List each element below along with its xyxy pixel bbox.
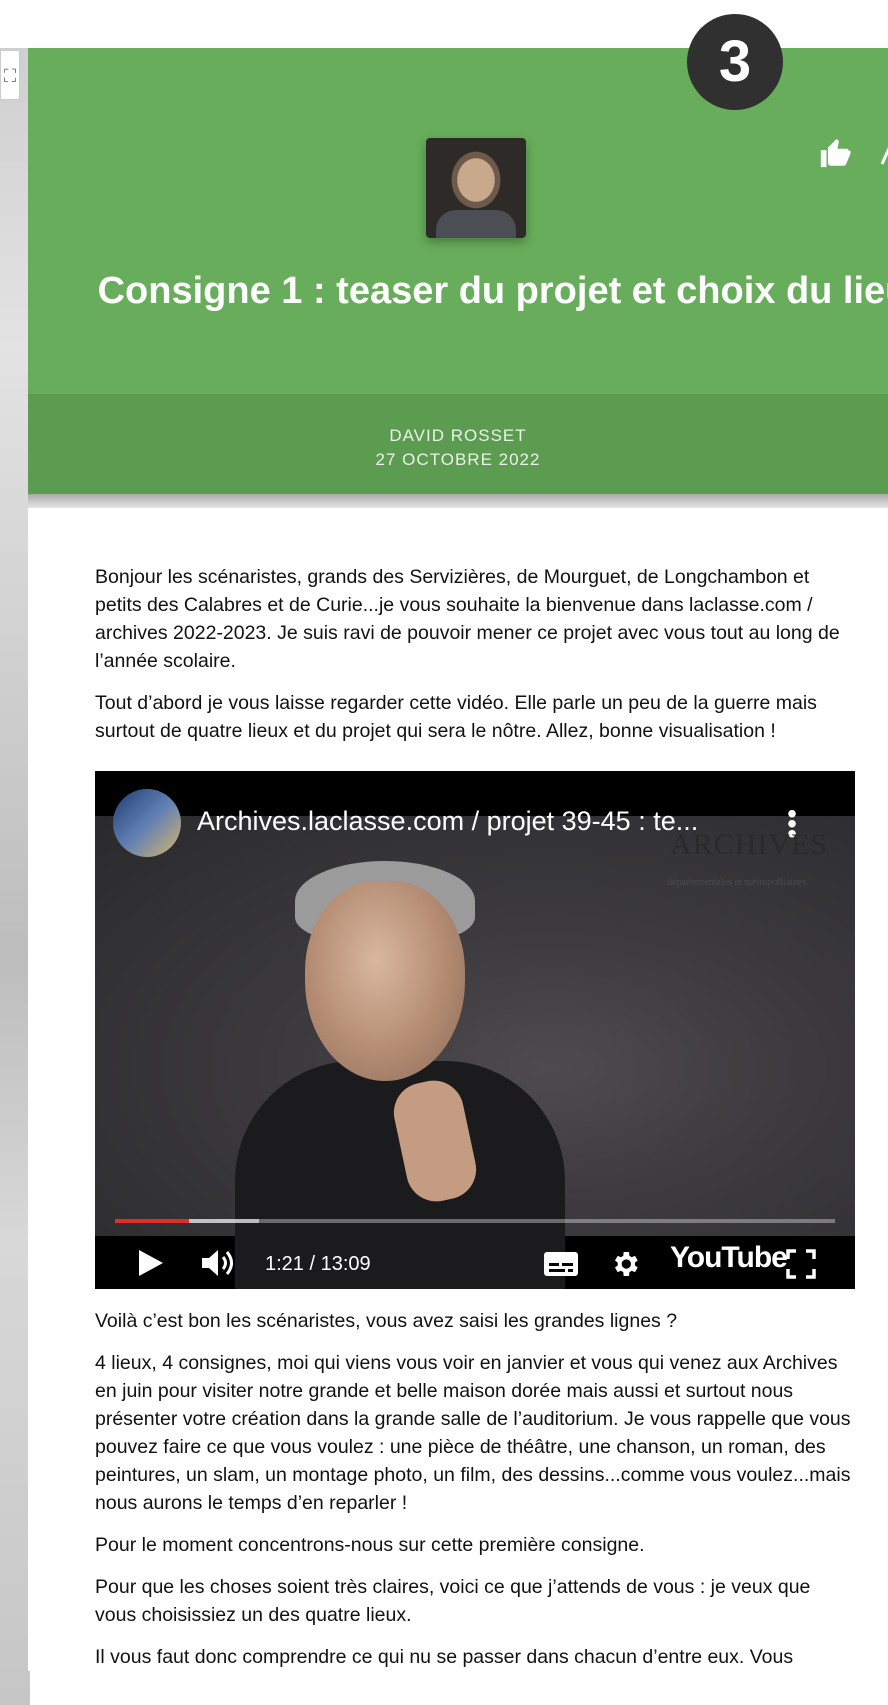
expand-widget-icon[interactable]: ⛶	[0, 50, 20, 100]
archives-logo: ARCHIVES	[670, 828, 829, 861]
paragraph: Il vous faut donc comprendre ce qui nu s…	[95, 1646, 794, 1668]
settings-gear-icon[interactable]	[609, 1248, 641, 1280]
video-time: 1:21 / 13:09	[265, 1253, 371, 1275]
step-number-badge: 3	[687, 14, 783, 110]
paragraph: Pour le moment concentrons-nous sur cett…	[95, 1534, 645, 1556]
video-controls: 1:21 / 13:09 YouTube	[95, 1236, 855, 1288]
subtitles-icon[interactable]	[543, 1250, 579, 1278]
thumbs-up-icon[interactable]	[818, 136, 852, 170]
youtube-logo[interactable]: YouTube	[670, 1243, 788, 1273]
channel-avatar[interactable]	[113, 789, 181, 857]
archives-logo-subtitle: départementales et métropolitaines	[667, 877, 807, 888]
avatar-shirt	[436, 210, 516, 238]
play-icon[interactable]	[137, 1248, 165, 1278]
paragraph: 4 lieux, 4 consignes, moi qui viens vous…	[95, 1352, 851, 1514]
video-title[interactable]: Archives.laclasse.com / projet 39-45 : t…	[197, 807, 698, 835]
post-card: Consigne 1 : teaser du projet et choix d…	[28, 48, 888, 1685]
volume-icon[interactable]	[200, 1248, 238, 1278]
paragraph: Tout d’abord je vous laisse regarder cet…	[95, 692, 817, 742]
progress-played	[115, 1219, 190, 1223]
author-avatar[interactable]	[426, 138, 526, 238]
post-meta: DAVID ROSSET 27 OCTOBRE 2022	[28, 394, 888, 494]
paragraph: Bonjour les scénaristes, grands des Serv…	[95, 566, 840, 672]
background-left-strip: ⛶	[0, 48, 30, 1705]
video-subject-head	[305, 881, 465, 1081]
author-name: DAVID ROSSET	[389, 426, 527, 445]
post-content: Bonjour les scénaristes, grands des Serv…	[28, 508, 888, 1671]
share-icon[interactable]	[878, 140, 888, 170]
post-title: Consigne 1 : teaser du projet et choix d…	[97, 270, 888, 312]
video-subject	[235, 861, 565, 1289]
paragraph: Voilà c’est bon les scénaristes, vous av…	[95, 1310, 678, 1332]
fullscreen-icon[interactable]	[785, 1248, 817, 1280]
post-date: 27 OCTOBRE 2022	[375, 450, 541, 469]
youtube-video-player[interactable]: Archives.laclasse.com / projet 39-45 : t…	[95, 771, 855, 1289]
section-divider	[28, 494, 888, 508]
paragraph: Pour que les choses soient très claires,…	[95, 1576, 811, 1626]
